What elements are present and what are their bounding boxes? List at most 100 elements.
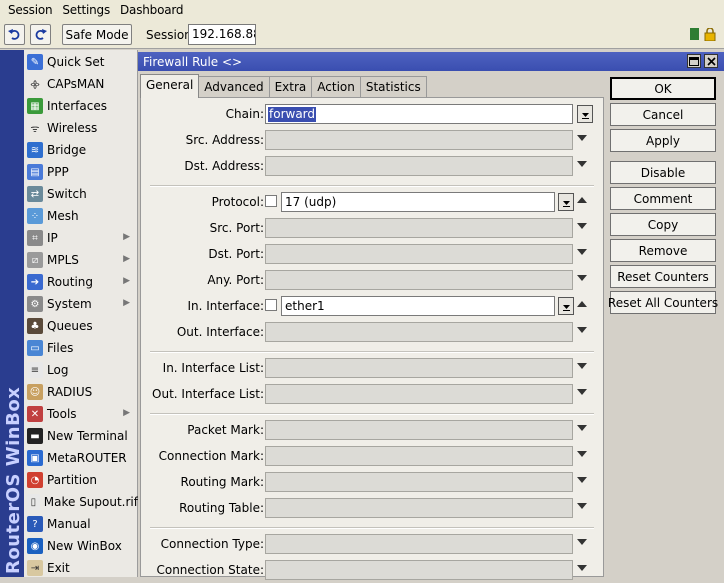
packet-mark-label: Packet Mark: [187, 423, 264, 437]
routing-mark-field[interactable] [265, 472, 573, 492]
redo-button[interactable] [30, 24, 51, 45]
sidebar-item-tools[interactable]: ✕ Tools ▶ [24, 403, 138, 425]
tab-advanced[interactable]: Advanced [198, 76, 270, 98]
connection-mark-field[interactable] [265, 446, 573, 466]
sidebar-item-log[interactable]: ≡ Log [24, 359, 138, 381]
dst-port-expand-icon[interactable] [577, 249, 587, 255]
dst-address-expand-icon[interactable] [577, 161, 587, 167]
copy-button[interactable]: Copy [610, 213, 716, 236]
sidebar-item-interfaces[interactable]: ▦ Interfaces [24, 95, 138, 117]
out-interface-list-field[interactable] [265, 384, 573, 404]
safe-mode-button[interactable]: Safe Mode [62, 24, 132, 45]
apply-button[interactable]: Apply [610, 129, 716, 152]
sidebar-item-ppp[interactable]: ▤ PPP [24, 161, 138, 183]
sidebar-item-new-winbox[interactable]: ◉ New WinBox [24, 535, 138, 557]
sidebar-item-mesh[interactable]: ⁘ Mesh [24, 205, 138, 227]
out-interface-list-expand-icon[interactable] [577, 389, 587, 395]
sidebar-item-files[interactable]: ▭ Files [24, 337, 138, 359]
in-interface-dropdown-icon[interactable] [558, 297, 574, 315]
sidebar-item-partition[interactable]: ◔ Partition [24, 469, 138, 491]
connection-state-expand-icon[interactable] [577, 565, 587, 571]
src-port-field[interactable] [265, 218, 573, 238]
sidebar-item-switch[interactable]: ⇄ Switch [24, 183, 138, 205]
redo-icon [35, 29, 47, 40]
protocol-dropdown-icon[interactable] [558, 193, 574, 211]
routing-table-expand-icon[interactable] [577, 503, 587, 509]
sidebar-item-capsman[interactable]: ᯽ CAPsMAN [24, 73, 138, 95]
tab-extra[interactable]: Extra [268, 76, 313, 98]
out-interface-list-row: Out. Interface List: [141, 381, 605, 407]
chain-dropdown-icon[interactable] [577, 105, 593, 123]
sidebar-item-metarouter[interactable]: ▣ MetaROUTER [24, 447, 138, 469]
connection-type-expand-icon[interactable] [577, 539, 587, 545]
separator [150, 185, 594, 187]
connection-state-field[interactable] [265, 560, 573, 580]
in-interface-field[interactable]: ether1 [281, 296, 555, 316]
tab-statistics[interactable]: Statistics [359, 76, 427, 98]
disable-button[interactable]: Disable [610, 161, 716, 184]
tab-action[interactable]: Action [311, 76, 361, 98]
close-icon[interactable] [704, 54, 718, 68]
menu-settings[interactable]: Settings [57, 3, 115, 17]
sidebar-item-new-terminal[interactable]: ▬ New Terminal [24, 425, 138, 447]
protocol-field[interactable]: 17 (udp) [281, 192, 555, 212]
tab-general[interactable]: General [140, 74, 200, 98]
sidebar-item-exit[interactable]: ⇥ Exit [24, 557, 138, 579]
sidebar-item-radius[interactable]: ☺ RADIUS [24, 381, 138, 403]
sidebar-item-queues[interactable]: ♣ Queues [24, 315, 138, 337]
submenu-arrow-icon: ▶ [123, 232, 130, 242]
chain-field[interactable]: forward [265, 104, 573, 124]
separator [150, 351, 594, 353]
in-interface-list-field[interactable] [265, 358, 573, 378]
menu-dashboard[interactable]: Dashboard [115, 3, 188, 17]
protocol-negate-checkbox[interactable] [265, 195, 277, 207]
undo-button[interactable] [4, 24, 25, 45]
connection-type-field[interactable] [265, 534, 573, 554]
sidebar-item-system[interactable]: ⚙ System ▶ [24, 293, 138, 315]
remove-button[interactable]: Remove [610, 239, 716, 262]
packet-mark-expand-icon[interactable] [577, 425, 587, 431]
any-port-field[interactable] [265, 270, 573, 290]
src-port-expand-icon[interactable] [577, 223, 587, 229]
in-interface-collapse-icon[interactable] [577, 301, 587, 307]
dst-address-field[interactable] [265, 156, 573, 176]
sidebar-item-mpls[interactable]: ⧄ MPLS ▶ [24, 249, 138, 271]
packet-mark-row: Packet Mark: [141, 417, 605, 443]
in-interface-list-expand-icon[interactable] [577, 363, 587, 369]
partition-icon: ◔ [27, 472, 43, 488]
connection-mark-expand-icon[interactable] [577, 451, 587, 457]
sidebar-item-bridge[interactable]: ≋ Bridge [24, 139, 138, 161]
sidebar-item-wireless[interactable]: ᯤ Wireless [24, 117, 138, 139]
sidebar-item-label: Make Supout.rif [43, 495, 138, 509]
menu-session[interactable]: Session [3, 3, 57, 17]
dst-port-field[interactable] [265, 244, 573, 264]
separator [150, 527, 594, 529]
src-address-expand-icon[interactable] [577, 135, 587, 141]
reset-counters-button[interactable]: Reset Counters [610, 265, 716, 288]
sidebar-item-ip[interactable]: ⌗ IP ▶ [24, 227, 138, 249]
cancel-button[interactable]: Cancel [610, 103, 716, 126]
protocol-row: Protocol: 17 (udp) [141, 189, 605, 215]
out-interface-field[interactable] [265, 322, 573, 342]
routing-mark-expand-icon[interactable] [577, 477, 587, 483]
packet-mark-field[interactable] [265, 420, 573, 440]
any-port-expand-icon[interactable] [577, 275, 587, 281]
metarouter-icon: ▣ [27, 450, 43, 466]
in-interface-negate-checkbox[interactable] [265, 299, 277, 311]
maximize-icon[interactable] [687, 54, 701, 68]
connection-mark-row: Connection Mark: [141, 443, 605, 469]
routing-table-field[interactable] [265, 498, 573, 518]
comment-button[interactable]: Comment [610, 187, 716, 210]
ok-button[interactable]: OK [610, 77, 716, 100]
sidebar-item-manual[interactable]: ? Manual [24, 513, 138, 535]
sidebar-item-routing[interactable]: ➔ Routing ▶ [24, 271, 138, 293]
sidebar-item-make-supout-rif[interactable]: ▯ Make Supout.rif [24, 491, 138, 513]
out-interface-expand-icon[interactable] [577, 327, 587, 333]
sidebar-item-quick-set[interactable]: ✎ Quick Set [24, 51, 138, 73]
protocol-collapse-icon[interactable] [577, 197, 587, 203]
reset-all-counters-button[interactable]: Reset All Counters [608, 291, 718, 314]
sidebar-item-label: Files [47, 341, 74, 355]
dst-address-label: Dst. Address: [184, 159, 264, 173]
src-address-field[interactable] [265, 130, 573, 150]
window-titlebar[interactable]: Firewall Rule <> [138, 52, 724, 71]
